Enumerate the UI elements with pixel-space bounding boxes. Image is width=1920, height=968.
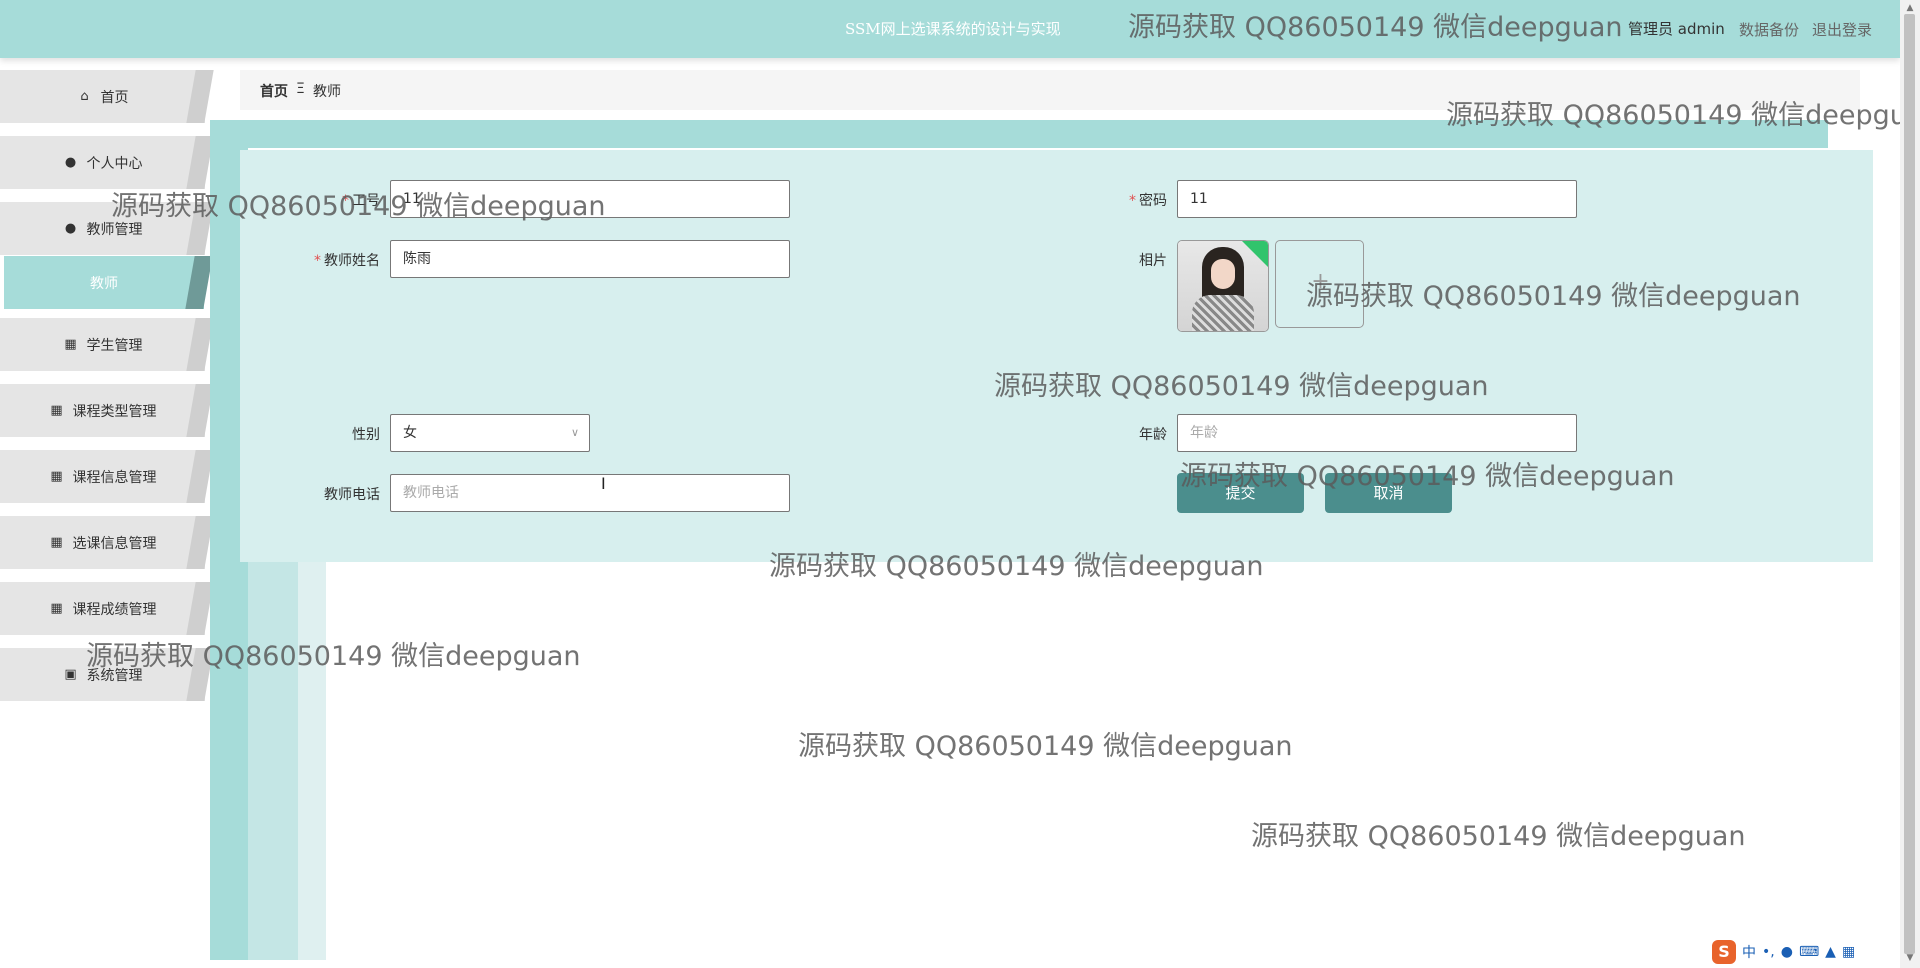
sidebar-item-course-type-management[interactable]: ▦ 课程类型管理 [0, 384, 205, 437]
grid-icon: ▦ [50, 535, 63, 550]
teacher-phone-label: 教师电话 [324, 487, 380, 503]
grid-icon: ▦ [50, 601, 63, 616]
sidebar-item-personal-center[interactable]: ● 个人中心 [0, 136, 205, 189]
gender-label: 性别 [352, 427, 380, 443]
photo-thumbnail[interactable] [1177, 240, 1269, 332]
logout-link[interactable]: 退出登录 [1812, 19, 1872, 40]
upload-success-badge [1242, 241, 1268, 267]
grid-icon: ▦ [64, 337, 77, 352]
skin-icon[interactable]: ▲ [1825, 944, 1836, 960]
page-scrollbar-thumb[interactable] [1904, 14, 1915, 954]
toolbox-icon[interactable]: ▦ [1842, 944, 1855, 960]
microphone-icon[interactable]: ● [1781, 944, 1793, 960]
sidebar-item-label: 课程信息管理 [72, 469, 157, 486]
ime-punctuation-toggle[interactable]: •, [1762, 944, 1775, 960]
photo-portrait-body [1192, 295, 1254, 331]
gender-select[interactable]: 女 ∨ [390, 414, 590, 452]
data-backup-link[interactable]: 数据备份 [1739, 19, 1799, 40]
keyboard-icon[interactable]: ⌨ [1799, 944, 1819, 960]
sogou-ime-icon[interactable]: S [1712, 940, 1736, 964]
sidebar-item-course-info-management[interactable]: ▦ 课程信息管理 [0, 450, 205, 503]
password-input[interactable]: 11 [1177, 180, 1577, 218]
scroll-up-arrow-icon[interactable]: ▲ [1904, 2, 1916, 14]
watermark-text: 源码获取 QQ86050149 微信deepguan [1251, 821, 1746, 852]
teacher-phone-input[interactable]: 教师电话 [390, 474, 790, 512]
user-icon: ● [64, 155, 77, 170]
sidebar-item-label: 个人中心 [86, 155, 143, 172]
photo-label: 相片 [1139, 253, 1167, 269]
watermark-text: 源码获取 QQ86050149 微信deepguan [1180, 461, 1675, 492]
watermark-text: 源码获取 QQ86050149 微信deepguan [1128, 12, 1623, 43]
teacher-name-input[interactable]: 陈雨 [390, 240, 790, 278]
sidebar-item-home[interactable]: ⌂ 首页 [0, 70, 205, 123]
briefcase-icon: ▣ [64, 667, 77, 682]
breadcrumb-separator: Ξ [296, 81, 305, 97]
watermark-text: 源码获取 QQ86050149 微信deepguan [1446, 100, 1920, 131]
breadcrumb-home[interactable]: 首页 [260, 81, 288, 101]
home-icon: ⌂ [80, 89, 89, 104]
sidebar-item-student-management[interactable]: ▦ 学生管理 [0, 318, 205, 371]
watermark-text: 源码获取 QQ86050149 微信deepguan [798, 731, 1293, 762]
watermark-text: 源码获取 QQ86050149 微信deepguan [769, 551, 1264, 582]
sidebar-item-label: 学生管理 [86, 337, 143, 354]
chevron-down-icon: ∨ [570, 426, 579, 439]
content-decor-column [298, 540, 326, 960]
grid-icon: ▦ [50, 469, 63, 484]
grid-icon: ▦ [50, 403, 63, 418]
sidebar-item-label: 课程类型管理 [72, 403, 157, 420]
sidebar-item-grade-management[interactable]: ▦ 课程成绩管理 [0, 582, 205, 635]
watermark-text: 源码获取 QQ86050149 微信deepguan [111, 191, 606, 222]
sidebar-item-label: 课程成绩管理 [72, 601, 157, 618]
sidebar-item-label: 选课信息管理 [72, 535, 157, 552]
gender-selected-value: 女 [403, 425, 417, 441]
scroll-down-arrow-icon[interactable]: ▼ [1904, 952, 1916, 964]
sidebar-item-label: 首页 [100, 89, 129, 106]
breadcrumb-current: 教师 [313, 84, 341, 100]
teacher-name-label: * 教师姓名 [314, 253, 380, 269]
required-mark: * [1129, 193, 1136, 209]
age-label: 年龄 [1139, 427, 1167, 443]
watermark-text: 源码获取 QQ86050149 微信deepguan [994, 371, 1489, 402]
watermark-text: 源码获取 QQ86050149 微信deepguan [86, 641, 581, 672]
ime-toolbar: S 中 •, ● ⌨ ▲ ▦ [1712, 940, 1855, 964]
photo-portrait-face [1211, 259, 1235, 289]
sidebar-item-selection-info-management[interactable]: ▦ 选课信息管理 [0, 516, 205, 569]
password-label: * 密码 [1129, 193, 1167, 209]
ime-language-toggle[interactable]: 中 [1742, 942, 1756, 962]
age-input[interactable]: 年龄 [1177, 414, 1577, 452]
content-decor-column [248, 540, 298, 960]
current-user-label: 管理员 admin [1628, 20, 1725, 38]
user-icon: ● [64, 221, 77, 236]
sidebar-item-label: 教师 [90, 275, 118, 292]
text-cursor-icon: I [601, 474, 606, 493]
sidebar-subitem-teacher[interactable]: 教师 [4, 256, 204, 309]
watermark-text: 源码获取 QQ86050149 微信deepguan [1306, 281, 1801, 312]
required-mark: * [314, 253, 321, 269]
app-title: SSM网上选课系统的设计与实现 [845, 20, 1061, 38]
